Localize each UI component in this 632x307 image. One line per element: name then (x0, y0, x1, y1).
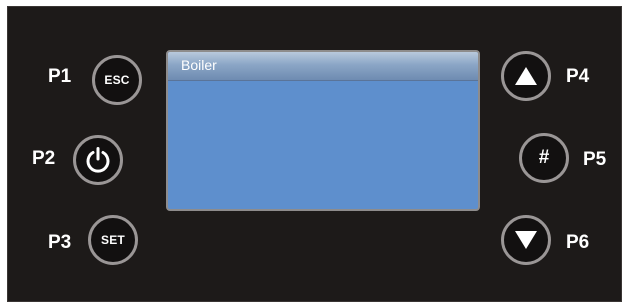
esc-button-label: ESC (104, 73, 130, 87)
screen-title: Boiler (181, 57, 217, 73)
p3-label: P3 (48, 232, 72, 253)
set-button[interactable]: SET (88, 215, 138, 265)
esc-button[interactable]: ESC (92, 55, 142, 105)
p5-label: P5 (583, 149, 607, 170)
arrow-up-button[interactable] (501, 51, 551, 101)
p1-label: P1 (48, 66, 72, 87)
set-button-label: SET (101, 233, 125, 247)
screen-header: Boiler (168, 52, 478, 81)
p2-label: P2 (32, 148, 56, 169)
power-button[interactable] (73, 135, 123, 185)
hash-button[interactable]: # (519, 133, 569, 183)
display-screen: Boiler (166, 50, 480, 211)
arrow-up-icon (515, 67, 537, 85)
hash-button-label: # (538, 147, 550, 168)
p6-label: P6 (566, 232, 590, 253)
power-icon (86, 147, 110, 173)
arrow-down-icon (515, 231, 537, 249)
arrow-down-button[interactable] (501, 215, 551, 265)
p4-label: P4 (566, 66, 590, 87)
